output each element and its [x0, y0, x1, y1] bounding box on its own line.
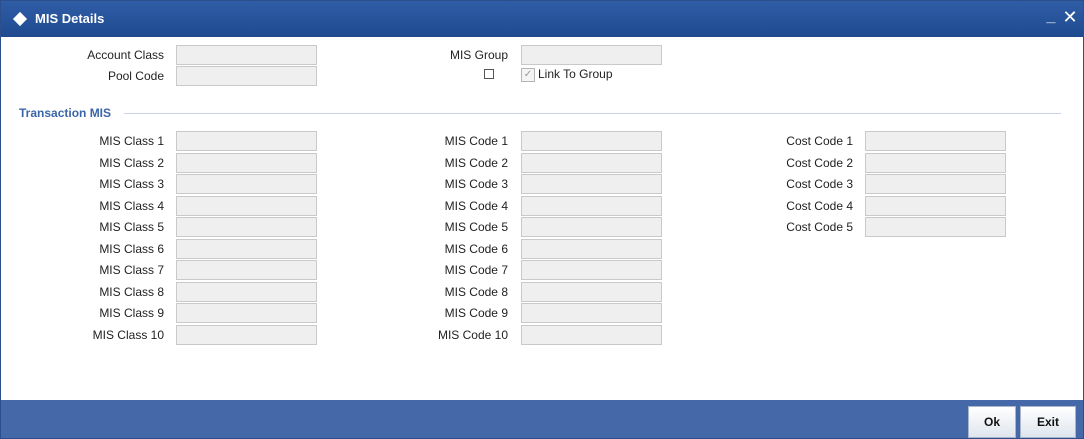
- pool-code-label: Pool Code: [107, 69, 164, 83]
- section-divider: [124, 113, 1061, 114]
- mis-code-label-4: MIS Code 4: [444, 198, 508, 213]
- mis-class-field-8[interactable]: [176, 281, 317, 302]
- cost-code-label-5: Cost Code 5: [786, 220, 853, 234]
- mis-class-field-3[interactable]: [176, 174, 317, 194]
- mis-code-label-8: MIS Code 8: [444, 284, 508, 299]
- cost-code-field-3[interactable]: [865, 174, 1006, 194]
- mis-class-field-2[interactable]: [176, 152, 317, 173]
- link-to-group-label: Link To Group: [538, 67, 613, 81]
- mis-class-field-4[interactable]: [176, 195, 317, 216]
- window-title: MIS Details: [35, 11, 105, 26]
- mis-code-label-10: MIS Code 10: [437, 327, 508, 342]
- cost-code-field-2[interactable]: [865, 152, 1006, 173]
- cost-code-field-5[interactable]: [865, 217, 1006, 237]
- mis-code-field-4[interactable]: [521, 195, 662, 216]
- mis-code-field-1[interactable]: [521, 131, 662, 151]
- mis-class-field-5[interactable]: [176, 217, 317, 237]
- mis-code-label-7: MIS Code 7: [444, 263, 508, 277]
- mis-code-field-8[interactable]: [521, 281, 662, 302]
- mis-code-field-5[interactable]: [521, 217, 662, 237]
- mis-code-field-2[interactable]: [521, 152, 662, 173]
- cost-code-label-1: Cost Code 1: [786, 134, 853, 148]
- cost-code-field-4[interactable]: [865, 195, 1006, 216]
- link-to-group-checkbox[interactable]: ✓: [521, 68, 535, 82]
- exit-button[interactable]: Exit: [1020, 406, 1076, 438]
- mis-code-field-10[interactable]: [521, 324, 662, 345]
- mis-class-label-6: MIS Class 6: [99, 241, 164, 256]
- minimize-button[interactable]: _: [1044, 9, 1058, 25]
- mis-class-label-4: MIS Class 4: [99, 198, 164, 213]
- mis-class-label-9: MIS Class 9: [99, 306, 164, 320]
- mis-code-label-2: MIS Code 2: [444, 155, 508, 170]
- account-class-label: Account Class: [87, 48, 164, 62]
- diamond-icon: [12, 11, 28, 27]
- cost-code-label-4: Cost Code 4: [786, 198, 853, 213]
- transaction-mis-title: Transaction MIS: [19, 106, 112, 120]
- mis-group-checkbox[interactable]: [484, 69, 494, 79]
- mis-group-field[interactable]: [521, 45, 662, 65]
- footer-bar: [1, 400, 1083, 438]
- mis-code-field-9[interactable]: [521, 303, 662, 323]
- close-button[interactable]: ✕: [1062, 8, 1078, 26]
- mis-class-field-7[interactable]: [176, 260, 317, 280]
- mis-group-label: MIS Group: [449, 48, 508, 62]
- mis-class-field-9[interactable]: [176, 303, 317, 323]
- mis-code-field-6[interactable]: [521, 238, 662, 259]
- title-bar: MIS Details _ ✕: [1, 1, 1083, 37]
- cost-code-field-1[interactable]: [865, 131, 1006, 151]
- mis-class-label-2: MIS Class 2: [99, 155, 164, 170]
- mis-code-label-1: MIS Code 1: [444, 134, 508, 148]
- pool-code-field[interactable]: [176, 66, 317, 86]
- mis-class-label-1: MIS Class 1: [99, 134, 164, 148]
- mis-class-label-3: MIS Class 3: [99, 177, 164, 191]
- mis-details-window: MIS Details _ ✕ Account Class Pool Code …: [0, 0, 1084, 439]
- account-class-field[interactable]: [176, 45, 317, 65]
- mis-class-field-1[interactable]: [176, 131, 317, 151]
- mis-class-label-10: MIS Class 10: [92, 327, 164, 342]
- mis-code-field-3[interactable]: [521, 174, 662, 194]
- mis-class-field-10[interactable]: [176, 324, 317, 345]
- mis-class-label-8: MIS Class 8: [99, 284, 164, 299]
- mis-code-label-6: MIS Code 6: [444, 241, 508, 256]
- mis-code-field-7[interactable]: [521, 260, 662, 280]
- mis-class-label-5: MIS Class 5: [99, 220, 164, 234]
- cost-code-label-2: Cost Code 2: [786, 155, 853, 170]
- cost-code-label-3: Cost Code 3: [786, 177, 853, 191]
- mis-class-label-7: MIS Class 7: [99, 263, 164, 277]
- mis-code-label-5: MIS Code 5: [444, 220, 508, 234]
- mis-code-label-9: MIS Code 9: [444, 306, 508, 320]
- ok-button[interactable]: Ok: [968, 406, 1016, 438]
- mis-code-label-3: MIS Code 3: [444, 177, 508, 191]
- mis-class-field-6[interactable]: [176, 238, 317, 259]
